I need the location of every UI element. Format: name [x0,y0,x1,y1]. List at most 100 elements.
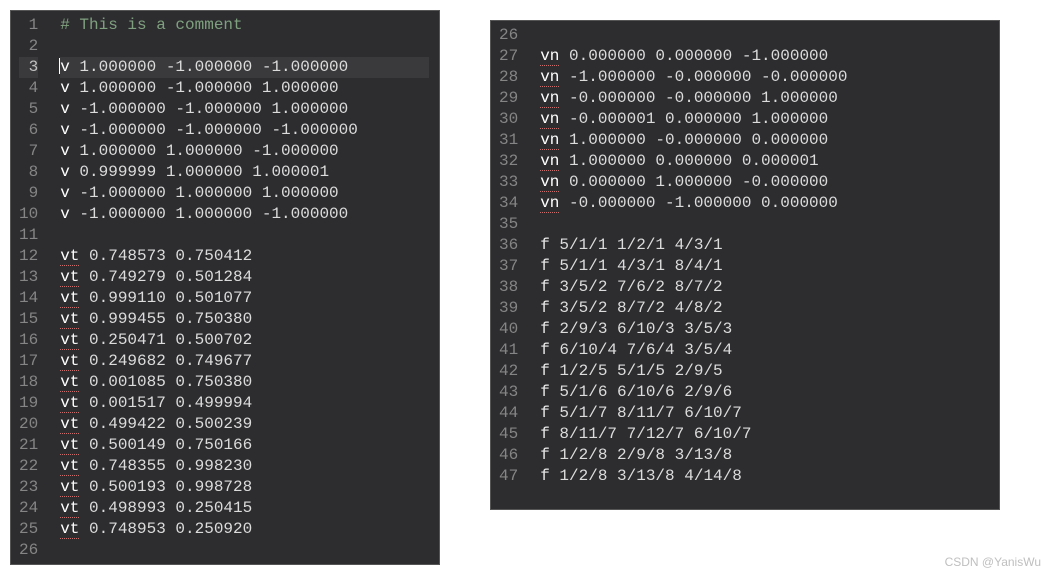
line-number: 1 [19,15,38,36]
code-line[interactable]: vt 0.500149 0.750166 [60,435,429,456]
line-number: 7 [19,141,38,162]
code-line[interactable]: f 3/5/2 7/6/2 8/7/2 [540,277,989,298]
line-number: 34 [499,193,518,214]
left-gutter: 1234567891011121314151617181920212223242… [11,11,50,564]
code-line[interactable]: f 5/1/6 6/10/6 2/9/6 [540,382,989,403]
code-line[interactable]: vt 0.499422 0.500239 [60,414,429,435]
code-line[interactable]: f 5/1/7 8/11/7 6/10/7 [540,403,989,424]
code-line[interactable]: f 1/2/8 2/9/8 3/13/8 [540,445,989,466]
code-line[interactable]: # This is a comment [60,15,429,36]
line-number: 22 [19,456,38,477]
code-line[interactable]: vn -1.000000 -0.000000 -0.000000 [540,67,989,88]
code-line[interactable]: vt 0.748355 0.998230 [60,456,429,477]
code-line[interactable]: v -1.000000 -1.000000 1.000000 [60,99,429,120]
line-number: 23 [19,477,38,498]
line-number: 29 [499,88,518,109]
code-line[interactable] [540,25,989,46]
code-line[interactable] [60,36,429,57]
code-line[interactable]: vt 0.748953 0.250920 [60,519,429,540]
code-line[interactable]: f 1/2/8 3/13/8 4/14/8 [540,466,989,487]
line-number: 40 [499,319,518,340]
line-number: 39 [499,298,518,319]
line-number: 18 [19,372,38,393]
line-number: 31 [499,130,518,151]
line-number: 14 [19,288,38,309]
line-number: 27 [499,46,518,67]
line-number: 3 [19,57,38,78]
line-number: 2 [19,36,38,57]
code-line[interactable] [60,225,429,246]
right-editor-pane[interactable]: 2627282930313233343536373839404142434445… [490,20,1000,510]
line-number: 28 [499,67,518,88]
code-line[interactable]: v 1.000000 -1.000000 1.000000 [60,78,429,99]
code-line[interactable]: vt 0.249682 0.749677 [60,351,429,372]
code-line[interactable]: f 5/1/1 4/3/1 8/4/1 [540,256,989,277]
line-number: 19 [19,393,38,414]
code-line[interactable]: vn 0.000000 1.000000 -0.000000 [540,172,989,193]
code-line[interactable]: v -1.000000 1.000000 -1.000000 [60,204,429,225]
code-line[interactable]: v -1.000000 -1.000000 -1.000000 [60,120,429,141]
line-number: 26 [499,25,518,46]
line-number: 16 [19,330,38,351]
code-line[interactable]: f 6/10/4 7/6/4 3/5/4 [540,340,989,361]
code-line[interactable]: vn 1.000000 0.000000 0.000001 [540,151,989,172]
code-line[interactable]: vt 0.749279 0.501284 [60,267,429,288]
left-code[interactable]: # This is a comment v 1.000000 -1.000000… [50,11,439,564]
code-line[interactable]: vt 0.498993 0.250415 [60,498,429,519]
code-line[interactable]: vt 0.500193 0.998728 [60,477,429,498]
line-number: 24 [19,498,38,519]
right-code[interactable]: vn 0.000000 0.000000 -1.000000vn -1.0000… [530,21,999,509]
code-line[interactable]: vn 0.000000 0.000000 -1.000000 [540,46,989,67]
right-gutter: 2627282930313233343536373839404142434445… [491,21,530,509]
code-line[interactable]: vn -0.000000 -0.000000 1.000000 [540,88,989,109]
line-number: 44 [499,403,518,424]
code-line[interactable]: vt 0.001517 0.499994 [60,393,429,414]
line-number: 43 [499,382,518,403]
code-line[interactable]: vn -0.000001 0.000000 1.000000 [540,109,989,130]
code-line[interactable]: v -1.000000 1.000000 1.000000 [60,183,429,204]
line-number: 9 [19,183,38,204]
line-number: 6 [19,120,38,141]
line-number: 37 [499,256,518,277]
watermark: CSDN @YanisWu [945,555,1041,569]
line-number: 13 [19,267,38,288]
line-number: 17 [19,351,38,372]
line-number: 21 [19,435,38,456]
line-number: 15 [19,309,38,330]
code-line[interactable]: f 1/2/5 5/1/5 2/9/5 [540,361,989,382]
line-number: 30 [499,109,518,130]
line-number: 5 [19,99,38,120]
line-number: 36 [499,235,518,256]
line-number: 33 [499,172,518,193]
line-number: 32 [499,151,518,172]
line-number: 38 [499,277,518,298]
code-line[interactable] [60,540,429,561]
line-number: 42 [499,361,518,382]
code-line[interactable]: vt 0.250471 0.500702 [60,330,429,351]
code-line[interactable]: f 5/1/1 1/2/1 4/3/1 [540,235,989,256]
code-line[interactable] [540,214,989,235]
code-line[interactable]: vt 0.999455 0.750380 [60,309,429,330]
code-line[interactable]: f 3/5/2 8/7/2 4/8/2 [540,298,989,319]
code-line[interactable]: v 1.000000 1.000000 -1.000000 [60,141,429,162]
line-number: 8 [19,162,38,183]
line-number: 4 [19,78,38,99]
left-editor-pane[interactable]: 1234567891011121314151617181920212223242… [10,10,440,565]
line-number: 47 [499,466,518,487]
code-line[interactable]: f 2/9/3 6/10/3 3/5/3 [540,319,989,340]
line-number: 11 [19,225,38,246]
line-number: 41 [499,340,518,361]
code-line[interactable]: vt 0.748573 0.750412 [60,246,429,267]
line-number: 20 [19,414,38,435]
line-number: 46 [499,445,518,466]
code-line[interactable]: v 1.000000 -1.000000 -1.000000 [60,57,429,78]
line-number: 26 [19,540,38,561]
code-line[interactable]: f 8/11/7 7/12/7 6/10/7 [540,424,989,445]
code-line[interactable]: v 0.999999 1.000000 1.000001 [60,162,429,183]
code-line[interactable]: vn 1.000000 -0.000000 0.000000 [540,130,989,151]
code-line[interactable]: vt 0.999110 0.501077 [60,288,429,309]
code-line[interactable]: vn -0.000000 -1.000000 0.000000 [540,193,989,214]
line-number: 25 [19,519,38,540]
line-number: 45 [499,424,518,445]
code-line[interactable]: vt 0.001085 0.750380 [60,372,429,393]
